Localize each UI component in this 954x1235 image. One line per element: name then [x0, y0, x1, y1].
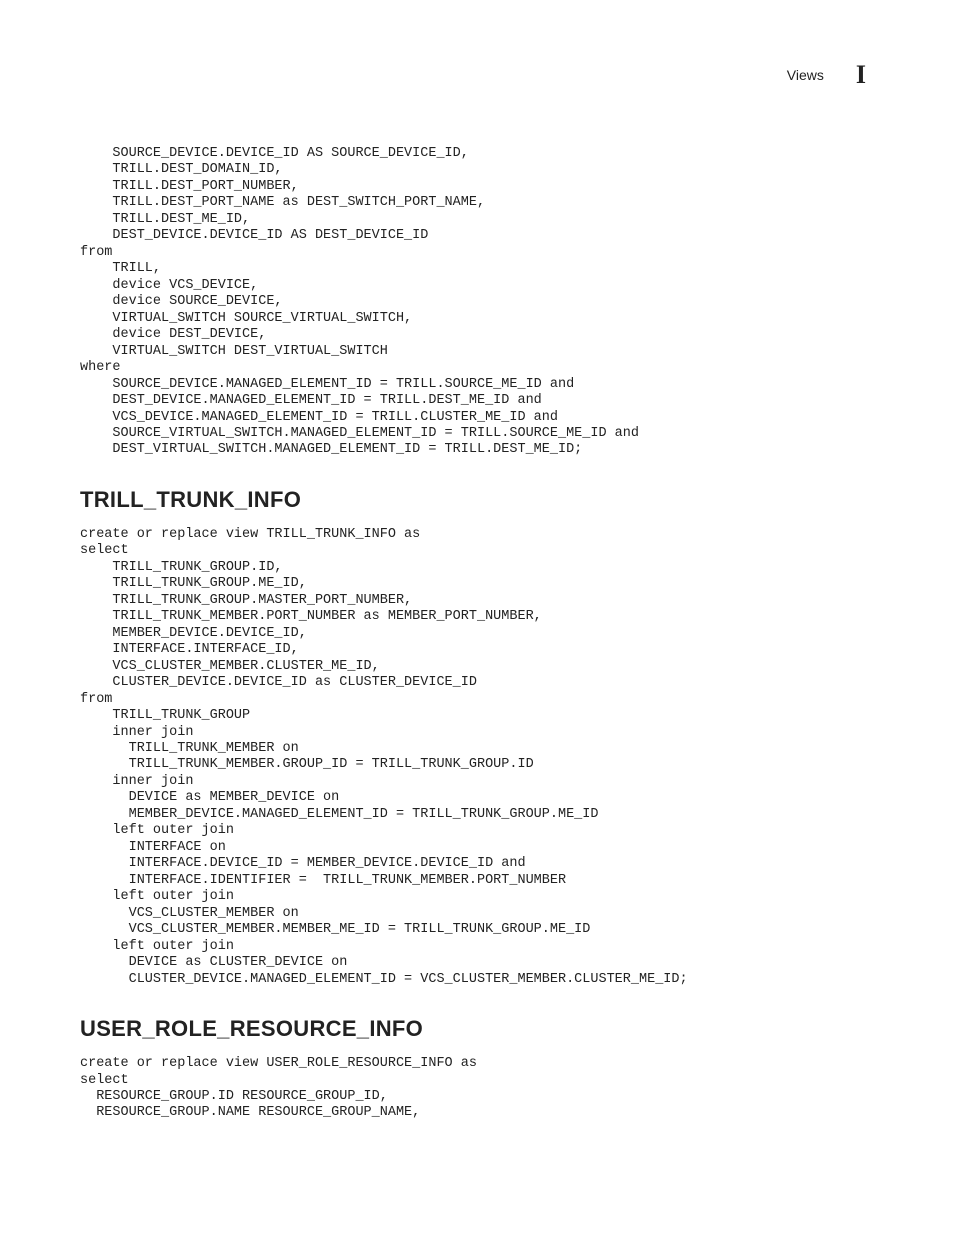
header-appendix-letter: I — [856, 60, 866, 90]
page-content: Views I SOURCE_DEVICE.DEVICE_ID AS SOURC… — [0, 0, 954, 1230]
page-header: Views I — [80, 60, 874, 90]
sql-code-block-1: SOURCE_DEVICE.DEVICE_ID AS SOURCE_DEVICE… — [80, 146, 874, 459]
sql-code-block-3: create or replace view USER_ROLE_RESOURC… — [80, 1056, 874, 1122]
header-section-label: Views — [787, 67, 824, 83]
section-heading-user-role-resource-info: USER_ROLE_RESOURCE_INFO — [80, 1016, 874, 1042]
section-heading-trill-trunk-info: TRILL_TRUNK_INFO — [80, 487, 874, 513]
sql-code-block-2: create or replace view TRILL_TRUNK_INFO … — [80, 527, 874, 988]
